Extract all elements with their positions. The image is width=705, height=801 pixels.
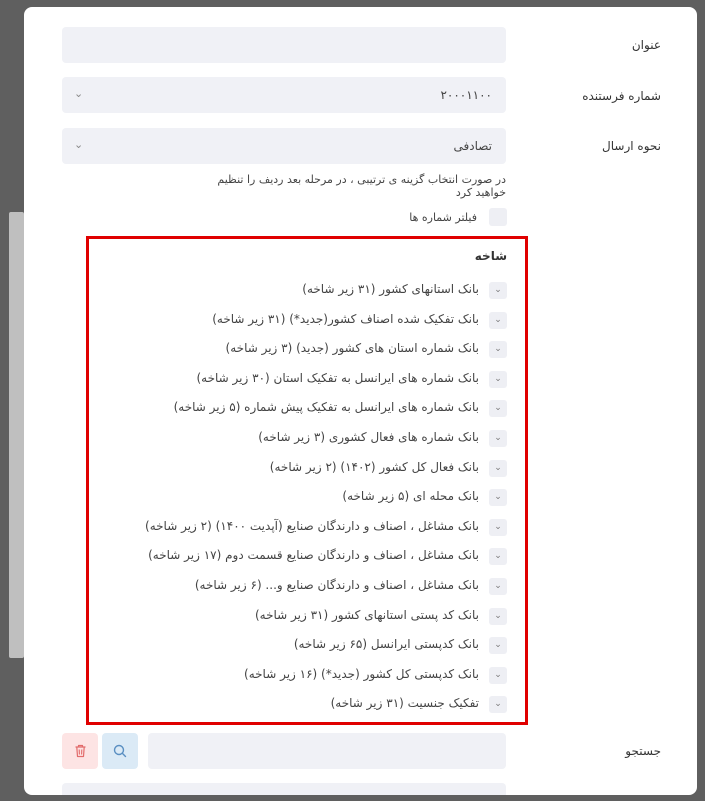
- page-scrollbar[interactable]: [9, 212, 24, 658]
- sender-number-select[interactable]: ۲۰۰۰۱۱۰۰ ⌄: [62, 77, 506, 113]
- sender-number-value: ۲۰۰۰۱۱۰۰: [440, 88, 492, 102]
- title-label: عنوان: [631, 38, 661, 52]
- branch-item-label: بانک کدپستی ایرانسل (۶۵ زیر شاخه): [293, 637, 479, 652]
- chevron-down-icon: ⌄: [74, 87, 84, 100]
- chevron-down-icon[interactable]: ⌄: [489, 548, 507, 566]
- branch-item-label: بانک شماره های ایرانسل به تفکیک پیش شمار…: [173, 400, 479, 415]
- branch-item[interactable]: ⌄ بانک فعال کل کشور (۱۴۰۲) (۲ زیر شاخه): [107, 457, 507, 487]
- send-method-label: نحوه ارسال: [602, 139, 661, 153]
- chevron-down-icon: ⌄: [74, 138, 84, 151]
- branch-item[interactable]: ⌄ بانک کدپستی کل کشور (جدید*) (۱۶ زیر شاخ…: [107, 664, 507, 694]
- chevron-down-icon[interactable]: ⌄: [489, 282, 507, 299]
- branch-item[interactable]: ⌄ تفکیک جنسیت (۳۱ زیر شاخه): [107, 693, 507, 723]
- chevron-down-icon[interactable]: ⌄: [489, 637, 507, 655]
- bottom-field[interactable]: [62, 783, 506, 795]
- chevron-down-icon[interactable]: ⌄: [489, 696, 507, 714]
- branch-item-label: بانک مشاغل ، اصناف و دارندگان صنایع و...…: [194, 577, 479, 592]
- branch-list: ⌄ بانک استانهای کشور (۳۱ زیر شاخه) ⌄ بانک ت…: [107, 279, 507, 723]
- branch-item-label: بانک شماره های فعال کشوری (۳ زیر شاخه): [258, 429, 479, 444]
- filter-numbers-checkbox[interactable]: [489, 208, 507, 226]
- chevron-down-icon[interactable]: ⌄: [489, 489, 507, 507]
- branch-item[interactable]: ⌄ بانک تفکیک شده اصناف کشور(جدید*) (۳۱ زی…: [107, 309, 507, 339]
- branch-item-label: بانک محله ای (۵ زیر شاخه): [342, 489, 479, 504]
- branch-item-label: تفکیک جنسیت (۳۱ زیر شاخه): [330, 696, 479, 711]
- chevron-down-icon[interactable]: ⌄: [489, 459, 507, 477]
- chevron-down-icon[interactable]: ⌄: [489, 577, 507, 595]
- search-icon: [113, 744, 127, 758]
- branch-item-label: بانک فعال کل کشور (۱۴۰۲) (۲ زیر شاخه): [269, 459, 479, 474]
- branch-item-label: بانک تفکیک شده اصناف کشور(جدید*) (۳۱ زیر…: [212, 311, 479, 326]
- chevron-down-icon[interactable]: ⌄: [489, 666, 507, 684]
- branch-item[interactable]: ⌄ بانک مشاغل ، اصناف و دارندگان صنایع و..…: [107, 575, 507, 605]
- filter-numbers-row[interactable]: فیلتر شماره ها: [264, 208, 507, 228]
- chevron-down-icon[interactable]: ⌄: [489, 370, 507, 388]
- search-label: جستجو: [625, 744, 661, 758]
- branch-item[interactable]: ⌄ بانک شماره های ایرانسل به تفکیک پیش شما…: [107, 397, 507, 427]
- branch-item-label: بانک کدپستی کل کشور (جدید*) (۱۶ زیر شاخه…: [244, 666, 479, 681]
- trash-icon: [75, 744, 85, 757]
- branch-item[interactable]: ⌄ بانک کد پستی استانهای کشور (۳۱ زیر شاخه…: [107, 605, 507, 635]
- modal-dialog: عنوان ۲۰۰۰۱۱۰۰ ⌄ شماره فرستنده تصادفی ⌄ …: [24, 7, 697, 795]
- chevron-down-icon[interactable]: ⌄: [489, 311, 507, 329]
- chevron-down-icon[interactable]: ⌄: [489, 429, 507, 447]
- branch-item-label: بانک کد پستی استانهای کشور (۳۱ زیر شاخه): [254, 607, 479, 622]
- branch-item-label: بانک مشاغل ، اصناف و دارندگان صنایع (آپد…: [145, 518, 479, 533]
- branch-item[interactable]: ⌄ بانک شماره های فعال کشوری (۳ زیر شاخه): [107, 427, 507, 457]
- branch-item-label: بانک مشاغل ، اصناف و دارندگان صنایع قسمت…: [148, 548, 479, 563]
- branch-item[interactable]: ⌄ بانک کدپستی ایرانسل (۶۵ زیر شاخه): [107, 634, 507, 664]
- branch-item-label: بانک استانهای کشور (۳۱ زیر شاخه): [302, 282, 479, 296]
- chevron-down-icon[interactable]: ⌄: [489, 518, 507, 536]
- branch-section: شاخه ⌄ بانک استانهای کشور (۳۱ زیر شاخه) ⌄ ب…: [86, 236, 528, 725]
- send-method-select[interactable]: تصادفی ⌄: [62, 128, 506, 164]
- sender-number-label: شماره فرستنده: [582, 89, 661, 103]
- branch-item[interactable]: ⌄ بانک شماره های ایرانسل به تفکیک استان (…: [107, 368, 507, 398]
- delete-button[interactable]: [62, 733, 98, 769]
- chevron-down-icon[interactable]: ⌄: [489, 400, 507, 418]
- branch-item-label: بانک شماره استان های کشور (جدید) (۳ زیر …: [225, 341, 479, 356]
- search-input[interactable]: [148, 733, 506, 769]
- search-button[interactable]: [102, 733, 138, 769]
- branch-item[interactable]: ⌄ بانک شماره استان های کشور (جدید) (۳ زیر…: [107, 338, 507, 368]
- branch-item[interactable]: ⌄ بانک مشاغل ، اصناف و دارندگان صنایع (آپ…: [107, 516, 507, 546]
- branch-item[interactable]: ⌄ بانک استانهای کشور (۳۱ زیر شاخه): [107, 279, 507, 309]
- send-method-hint: در صورت انتخاب گزینه ی ترتیبی ، در مرحله…: [217, 173, 506, 199]
- branch-item[interactable]: ⌄ بانک محله ای (۵ زیر شاخه): [107, 486, 507, 516]
- chevron-down-icon[interactable]: ⌄: [489, 341, 507, 359]
- branch-title: شاخه: [474, 249, 507, 263]
- filter-numbers-label: فیلتر شماره ها: [409, 211, 477, 224]
- branch-item-label: بانک شماره های ایرانسل به تفکیک استان (۳…: [196, 370, 479, 385]
- send-method-value: تصادفی: [453, 139, 492, 153]
- title-field[interactable]: [62, 27, 506, 63]
- branch-item[interactable]: ⌄ بانک مشاغل ، اصناف و دارندگان صنایع قسم…: [107, 545, 507, 575]
- chevron-down-icon[interactable]: ⌄: [489, 607, 507, 625]
